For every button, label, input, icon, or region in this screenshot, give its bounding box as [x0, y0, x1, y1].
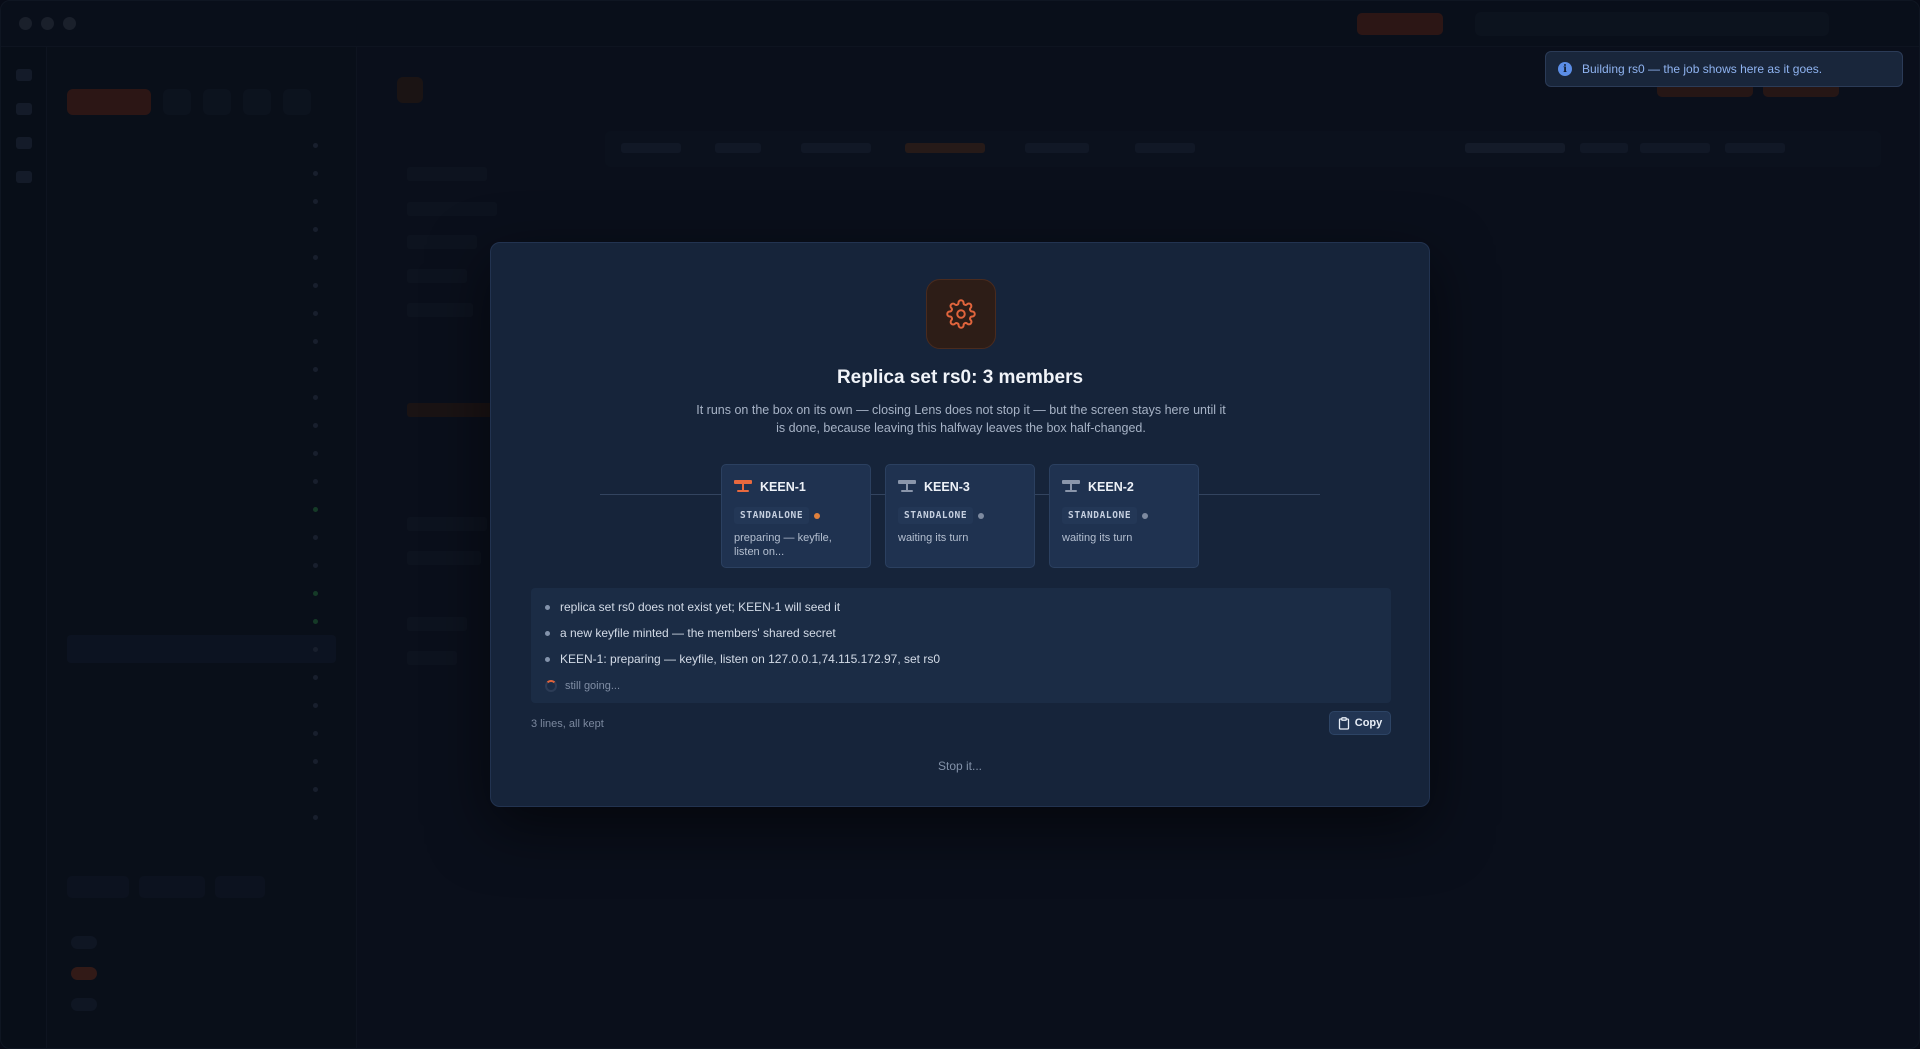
dialog-description: It runs on the box on its own — closing … [696, 403, 1226, 435]
member-name: KEEN-2 [1088, 480, 1134, 494]
log-line: KEEN-1: preparing — keyfile, listen on 1… [531, 646, 1391, 672]
member-card: KEEN-2 STANDALONE waiting its turn [1049, 464, 1199, 568]
info-toast: i Building rs0 — the job shows here as i… [1545, 51, 1903, 87]
member-role-badge: STANDALONE [1062, 507, 1138, 524]
member-card: KEEN-3 STANDALONE waiting its turn [885, 464, 1035, 568]
dialog-title: Replica set rs0: 3 members [836, 367, 1084, 388]
member-state-dot [1142, 513, 1148, 519]
server-icon [898, 480, 916, 492]
clipboard-icon [1338, 716, 1349, 730]
info-icon: i [1558, 62, 1572, 76]
member-card: KEEN-1 STANDALONE preparing — keyfile, l… [721, 464, 871, 568]
gear-icon [926, 279, 996, 349]
member-status: waiting its turn [898, 532, 969, 544]
copy-label: Copy [1354, 717, 1383, 729]
member-role-badge: STANDALONE [898, 507, 974, 524]
member-state-dot [978, 513, 984, 519]
bullet-icon [545, 604, 550, 610]
server-icon [734, 480, 752, 492]
copy-log-button[interactable]: Copy [1329, 711, 1391, 735]
server-icon [1062, 480, 1080, 492]
still-going-text: still going... [565, 680, 621, 692]
member-name: KEEN-3 [924, 480, 970, 494]
log-line: a new keyfile minted — the members' shar… [531, 620, 1391, 646]
toast-message: Building rs0 — the job shows here as it … [1582, 62, 1823, 76]
stop-job-link[interactable]: Stop it... [491, 759, 1429, 773]
bullet-icon [545, 630, 550, 636]
log-line: replica set rs0 does not exist yet; KEEN… [531, 594, 1391, 620]
bullet-icon [545, 656, 550, 662]
member-status: preparing — keyfile, listen on... [734, 532, 832, 558]
replica-set-dialog: Replica set rs0: 3 members It runs on th… [490, 242, 1430, 807]
member-status: waiting its turn [1062, 532, 1133, 544]
spinner-icon [545, 680, 557, 692]
member-name: KEEN-1 [760, 480, 806, 494]
job-log[interactable]: replica set rs0 does not exist yet; KEEN… [531, 588, 1391, 703]
log-line-count: 3 lines, all kept [531, 718, 604, 730]
member-state-dot [814, 513, 820, 519]
log-progress: still going... [531, 672, 1391, 700]
member-role-badge: STANDALONE [734, 507, 810, 524]
